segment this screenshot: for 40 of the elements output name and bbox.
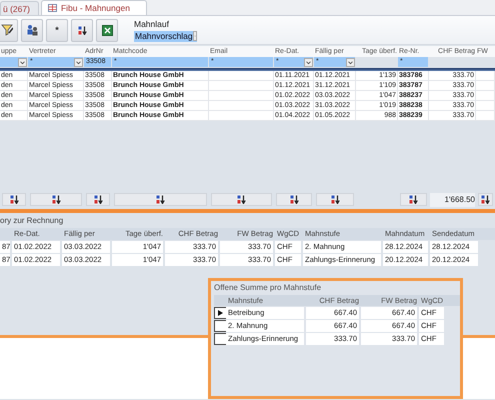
total-value: 1'668.50 xyxy=(430,192,475,206)
sort-icon xyxy=(52,194,60,204)
caret-icon xyxy=(346,58,355,66)
toolbar-button[interactable] xyxy=(0,18,18,42)
toolbar-button[interactable] xyxy=(96,18,118,42)
caret-icon xyxy=(192,31,197,41)
sort-icon xyxy=(10,194,18,204)
caret-icon xyxy=(74,58,83,66)
caret-icon xyxy=(18,58,27,66)
table-icon xyxy=(48,4,57,12)
sort-button[interactable] xyxy=(2,192,26,206)
sort-icon xyxy=(94,194,102,204)
sort-icon xyxy=(156,194,165,204)
field-label: Mahnlauf xyxy=(134,18,170,28)
filter-pencil-icon xyxy=(1,24,13,36)
sort-icon xyxy=(290,194,298,204)
sort-button[interactable] xyxy=(276,192,312,206)
sort-icon xyxy=(78,26,86,34)
spreadsheet-icon xyxy=(102,24,112,36)
tab[interactable]: Fibu - Mahnungen xyxy=(40,0,147,15)
sort-icon xyxy=(330,194,340,204)
sort-icon xyxy=(237,194,246,204)
panel-title: Offene Summe pro Mahnstufe xyxy=(214,283,322,293)
sort-button[interactable] xyxy=(316,192,354,206)
tab[interactable]: ü (267) xyxy=(0,1,39,15)
toolbar-button[interactable] xyxy=(21,18,43,42)
dropdown-field[interactable]: Mahnvorschlag xyxy=(134,30,197,42)
sort-icon xyxy=(481,194,490,204)
sort-icon xyxy=(409,194,418,204)
sort-button[interactable] xyxy=(86,192,110,206)
row-selector[interactable] xyxy=(214,307,226,319)
toolbar-button[interactable]: * xyxy=(46,18,68,42)
people-icon xyxy=(26,24,38,36)
row-selector[interactable] xyxy=(214,333,226,345)
row-selector[interactable] xyxy=(214,320,226,332)
sort-button[interactable] xyxy=(400,192,427,206)
caret-icon xyxy=(304,58,313,66)
toolbar-button[interactable] xyxy=(71,18,93,42)
section-title: ory zur Rechnung xyxy=(0,215,64,226)
sort-button[interactable] xyxy=(478,192,493,206)
